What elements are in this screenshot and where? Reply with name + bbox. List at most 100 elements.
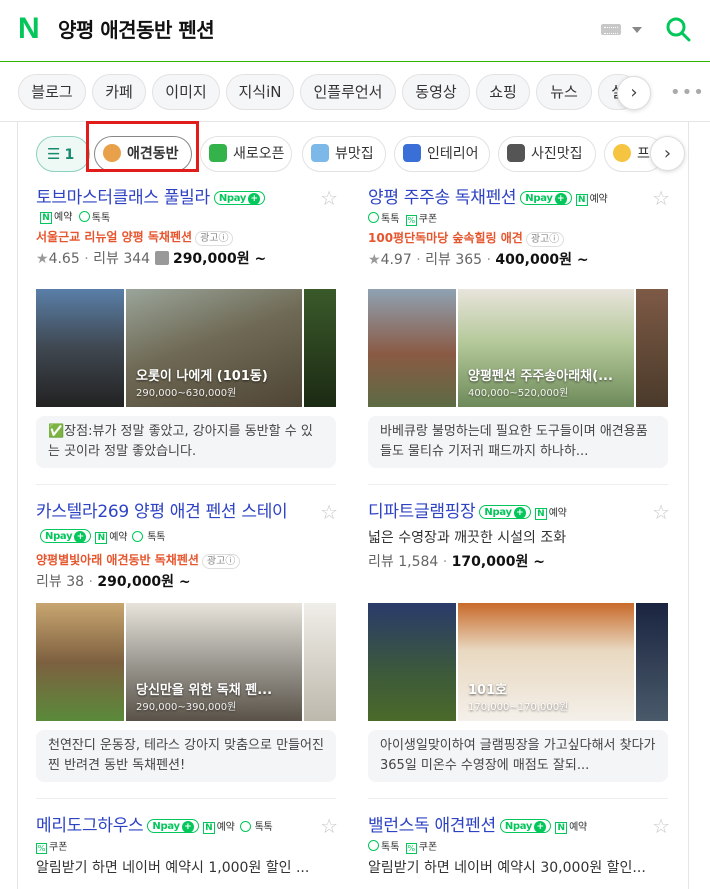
tab-blog[interactable]: 블로그 (18, 74, 86, 110)
photo[interactable]: 101호 170,000~170,000원 (458, 603, 634, 721)
reserve-icon: N (575, 194, 588, 206)
place-description: 알림받기 하면 네이버 예약시 1,000원 할인 ... (36, 860, 310, 876)
place-title[interactable]: 토브마스터클래스 풀빌라 Npay + (36, 186, 336, 210)
chevron-down-icon[interactable] (632, 27, 642, 33)
search-icon[interactable] (665, 16, 691, 42)
reserve-icon: N (95, 532, 108, 544)
star-icon[interactable]: ☆ (652, 500, 670, 524)
photo[interactable] (636, 289, 668, 407)
photo[interactable] (304, 289, 336, 407)
place-tags: % 쿠폰 (36, 842, 68, 854)
photo[interactable] (636, 603, 668, 721)
filter-settings-button[interactable]: ☰ 1 (36, 136, 90, 172)
divider (368, 484, 668, 485)
chip-new-open[interactable]: 새로오픈 (200, 136, 292, 172)
chip-pet-friendly[interactable]: 애견동반 (94, 136, 192, 172)
place-title[interactable]: 카스텔라269 양평 애견 펜션 스테이Npay + N 예약 톡톡 (36, 500, 296, 550)
place-card[interactable]: 디파트글램핑장 Npay + N 예약 ☆ 넓은 수영장과 깨끗한 시설의 조화 리뷰 … (368, 500, 670, 574)
photo[interactable] (368, 603, 456, 721)
photo-caption: 당신만을 위한 독채 펜... 290,000~390,000원 (136, 683, 273, 713)
ad-text[interactable]: 100평단독마당 숲속힐링 애견 광고ⓘ (368, 228, 668, 248)
divider (36, 484, 336, 485)
photo-strip[interactable]: 오롯이 나에게 (101동) 290,000~630,000원 (36, 289, 336, 407)
photo-strip[interactable]: 양평펜션 주주송아래채(... 400,000~520,000원 (368, 289, 668, 407)
photo[interactable]: 양평펜션 주주송아래채(... 400,000~520,000원 (458, 289, 634, 407)
more-icon[interactable]: ••• (670, 82, 705, 103)
ad-text[interactable]: 서울근교 리뉴얼 양평 독채펜션 광고ⓘ (36, 227, 336, 247)
star-icon[interactable]: ☆ (652, 186, 670, 210)
reserve-icon: N (202, 822, 215, 834)
place-title[interactable]: 디파트글램핑장 Npay + N 예약 (368, 500, 668, 526)
review-snippet[interactable]: ✅장점:뷰가 정말 좋았고, 강아지를 동반할 수 있는 곳이라 정말 좋았습니… (36, 416, 336, 468)
place-title[interactable]: 메리도그하우스 Npay + N 예약 톡톡 (36, 814, 336, 840)
camera-icon (507, 144, 525, 162)
filter-count: 1 (64, 147, 75, 163)
npay-badge: Npay + (479, 505, 531, 519)
talk-icon (368, 840, 379, 851)
photo[interactable] (304, 603, 336, 721)
ad-text[interactable]: 양평별빛아래 애견동반 독채펜션 광고ⓘ (36, 550, 336, 570)
photo[interactable] (36, 603, 124, 721)
keyboard-icon[interactable] (601, 24, 621, 35)
photo-caption: 양평펜션 주주송아래채(... 400,000~520,000원 (468, 369, 613, 399)
photo[interactable]: 오롯이 나에게 (101동) 290,000~630,000원 (126, 289, 302, 407)
place-description: 알림받기 하면 네이버 예약시 30,000원 할인... (368, 860, 646, 876)
place-meta: 리뷰 38 · 290,000원 ~ (36, 574, 191, 590)
tab-influencer[interactable]: 인플루언서 (300, 74, 396, 110)
place-tags: 톡톡 % 쿠폰 (368, 840, 668, 856)
place-meta: ★4.65 · 리뷰 344 290,000원 ~ (36, 251, 267, 267)
coupon-icon: % (405, 215, 417, 226)
npay-badge: Npay + (213, 191, 266, 205)
review-snippet[interactable]: 아이생일맞이하여 글램핑장을 가고싶다해서 찾다가 365일 미온수 수영장에 … (368, 730, 668, 782)
review-snippet[interactable]: 바베큐랑 불멍하는데 필요한 도구들이며 애견용품들도 물티슈 기저귀 패드까지… (368, 416, 668, 468)
place-tags: 톡톡 % 쿠폰 (368, 212, 668, 228)
chip-label: 사진맛집 (531, 146, 583, 162)
rating-star-icon: ★ (36, 251, 49, 267)
star-icon[interactable]: ☆ (320, 814, 338, 838)
tab-shopping[interactable]: 쇼핑 (476, 74, 530, 110)
chip-interior[interactable]: 인테리어 (394, 136, 490, 172)
chevron-right-icon[interactable]: › (650, 136, 685, 171)
place-card[interactable]: 양평 주주송 독채펜션 Npay + N 예약 ☆ 톡톡 % 쿠폰 100평단독마당 숲속… (368, 186, 670, 272)
chip-label: 뷰맛집 (335, 146, 374, 162)
landscape-icon (311, 144, 329, 162)
divider (36, 798, 336, 799)
photo-strip[interactable]: 101호 170,000~170,000원 (368, 603, 668, 721)
photo-caption: 오롯이 나에게 (101동) 290,000~630,000원 (136, 369, 268, 399)
place-description: 넓은 수영장과 깨끗한 시설의 조화 (368, 530, 567, 546)
tab-news[interactable]: 뉴스 (536, 74, 592, 110)
review-snippet[interactable]: 천연잔디 운동장, 테라스 강아지 맞춤으로 만들어진 찐 반려견 동반 독채펜… (36, 730, 336, 782)
npay-badge: Npay + (147, 819, 199, 833)
sofa-icon (403, 144, 421, 162)
tab-cafe[interactable]: 카페 (92, 74, 146, 110)
photo-strip[interactable]: 당신만을 위한 독채 펜... 290,000~390,000원 (36, 603, 336, 721)
place-card[interactable]: 토브마스터클래스 풀빌라 Npay + ☆ N 예약 톡톡 서울근교 리뉴얼 양평 독… (36, 186, 338, 271)
naver-logo[interactable]: N (18, 14, 44, 44)
star-icon[interactable]: ☆ (652, 814, 670, 838)
accessible-icon (154, 251, 169, 265)
place-meta: 리뷰 1,584 · 170,000원 ~ (368, 554, 545, 570)
chip-label: 인테리어 (427, 146, 479, 162)
star-icon[interactable]: ☆ (320, 186, 338, 210)
photo[interactable] (368, 289, 456, 407)
chip-label: 애견동반 (127, 146, 179, 162)
place-card[interactable]: 밸런스독 애견펜션 Npay + N 예약 ☆ 톡톡 % 쿠폰 알림받기 하면 네이버 예… (368, 814, 670, 880)
place-card[interactable]: 메리도그하우스 Npay + N 예약 톡톡 ☆ % 쿠폰 알림받기 하면 네이버 예약시… (36, 814, 338, 880)
chevron-right-icon[interactable]: › (617, 76, 651, 110)
chip-view[interactable]: 뷰맛집 (302, 136, 386, 172)
photo[interactable] (36, 289, 124, 407)
tab-kin[interactable]: 지식iN (226, 74, 294, 110)
talk-icon (368, 212, 379, 223)
star-icon[interactable]: ☆ (320, 500, 338, 524)
reserve-icon: N (40, 212, 52, 224)
place-title[interactable]: 밸런스독 애견펜션 Npay + N 예약 (368, 814, 668, 840)
place-title[interactable]: 양평 주주송 독채펜션 Npay + N 예약 (368, 186, 668, 212)
chip-photo[interactable]: 사진맛집 (498, 136, 596, 172)
photo[interactable]: 당신만을 위한 독채 펜... 290,000~390,000원 (126, 603, 302, 721)
place-card[interactable]: 카스텔라269 양평 애견 펜션 스테이Npay + N 예약 톡톡 ☆ 양평별빛아래… (36, 500, 338, 594)
search-query[interactable]: 양평 애견동반 펜션 (58, 14, 215, 43)
reserve-icon: N (534, 508, 547, 520)
tab-image[interactable]: 이미지 (152, 74, 220, 110)
dog-icon (103, 144, 121, 162)
tab-video[interactable]: 동영상 (402, 74, 470, 110)
